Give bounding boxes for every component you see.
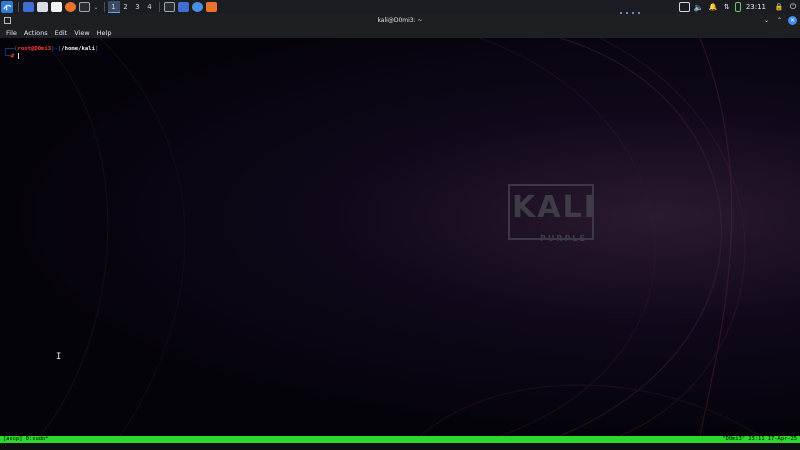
menu-edit[interactable]: Edit (55, 29, 68, 37)
menu-file[interactable]: File (6, 29, 17, 37)
browser-window-icon[interactable] (192, 2, 204, 12)
wallpaper-logo-subtext: PURPLE (540, 234, 587, 243)
prompt-user: root@D0mi3 (17, 46, 52, 52)
shell-prompt: ┌──(root@D0mi3)-[/home/kali] └─# (4, 46, 99, 60)
volume-icon[interactable]: 🔈 (693, 2, 704, 12)
window-titlebar[interactable]: kali@D0mi3: ~ ⌄ ⌃ ✕ (0, 14, 800, 28)
menu-bar: File Actions Edit View Help (0, 28, 800, 38)
terminal-icon[interactable] (79, 2, 90, 12)
panel-separator (158, 2, 160, 12)
tmux-session-window: [ascp] 0:sudo* (3, 436, 49, 442)
battery-icon[interactable] (735, 2, 742, 12)
network-icon[interactable]: ⇅ (721, 2, 732, 12)
prompt-symbol: # (10, 53, 15, 60)
tmux-host-time: "D0mi3" 23:11 17-Apr-25 (722, 436, 797, 442)
panel-separator (103, 2, 105, 12)
window-bottom-edge (0, 443, 800, 450)
minimize-button[interactable]: ⌄ (762, 16, 771, 25)
firefox-icon[interactable] (65, 2, 76, 12)
lock-icon[interactable]: 🔒 (774, 2, 785, 12)
menu-help[interactable]: Help (97, 29, 112, 37)
text-editor-icon[interactable] (51, 2, 62, 12)
terminal-window-icon[interactable] (164, 2, 176, 12)
power-icon[interactable]: ⏻ (788, 2, 799, 12)
mouse-ibeam-icon: I (56, 352, 62, 362)
prompt-path: /home/kali (61, 46, 95, 52)
wallpaper-swirl (39, 38, 761, 436)
file-manager-icon[interactable] (37, 2, 48, 12)
files-window-icon[interactable] (178, 2, 190, 12)
tmux-status-bar: [ascp] 0:sudo* "D0mi3" 23:11 17-Apr-25 (0, 436, 800, 443)
panel-clock[interactable]: 23:11 (746, 3, 766, 11)
text-cursor (17, 53, 19, 59)
notification-bell-icon[interactable]: 🔔 (707, 2, 718, 12)
panel-separator (17, 2, 19, 12)
desktop-icon[interactable] (23, 2, 34, 12)
display-icon[interactable] (679, 2, 691, 12)
workspace-3[interactable]: 3 (132, 1, 144, 13)
close-button[interactable]: ✕ (788, 16, 797, 25)
menu-view[interactable]: View (74, 29, 89, 37)
window-title: kali@D0mi3: ~ (377, 17, 423, 24)
workspace-2[interactable]: 2 (120, 1, 132, 13)
workspace-4[interactable]: 4 (144, 1, 156, 13)
menu-actions[interactable]: Actions (24, 29, 48, 37)
kali-menu-icon[interactable] (1, 1, 13, 13)
terminal-area[interactable]: KALI PURPLE ┌──(root@D0mi3)-[/home/kali]… (0, 38, 800, 436)
maximize-button[interactable]: ⌃ (775, 16, 784, 25)
burp-icon[interactable] (206, 2, 218, 12)
workspace-1[interactable]: 1 (107, 1, 120, 13)
chevron-down-icon[interactable]: ⌄ (94, 4, 99, 11)
top-panel: ⌄ 1 2 3 4 🔈 🔔 ⇅ 23:11 🔒 ⏻ (0, 0, 800, 14)
wallpaper-logo-text: KALI (512, 190, 597, 225)
